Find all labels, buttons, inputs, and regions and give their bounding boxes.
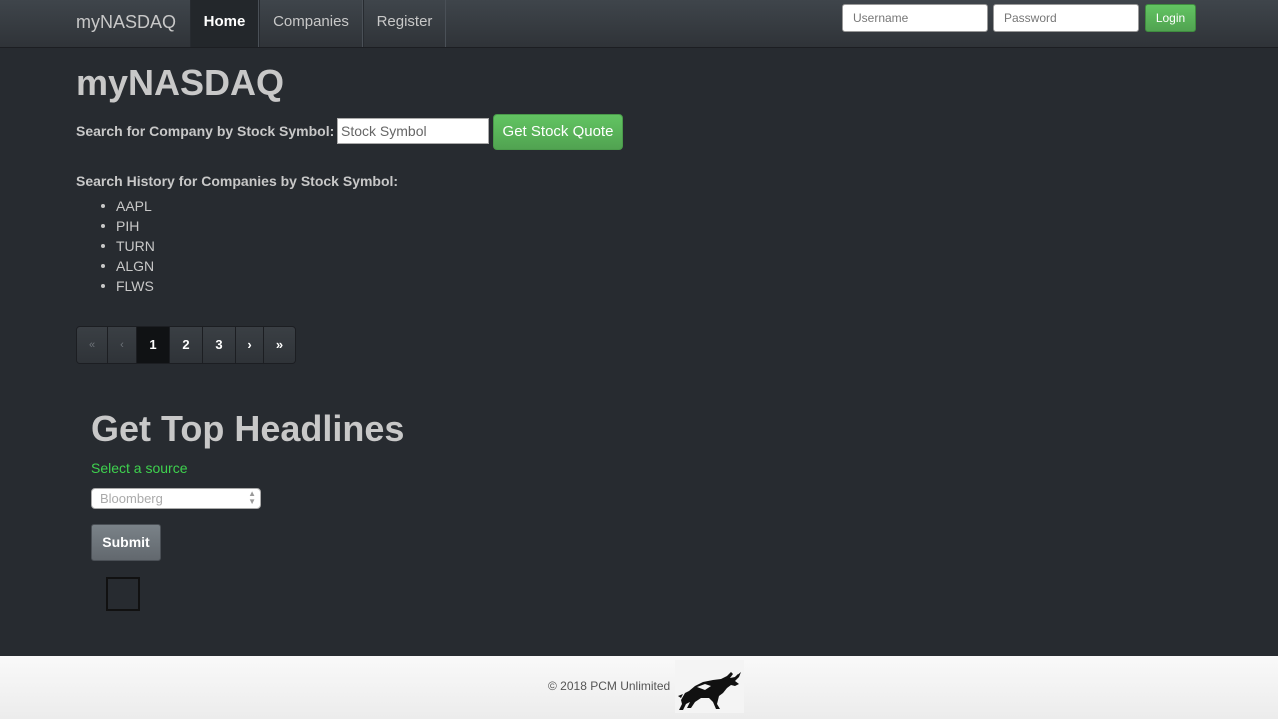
search-history-list: AAPL PIH TURN ALGN FLWS [100,196,155,296]
login-button[interactable]: Login [1145,4,1196,32]
get-stock-quote-button[interactable]: Get Stock Quote [493,114,623,150]
navbar-brand[interactable]: myNASDAQ [76,0,176,47]
tab-home[interactable]: Home [190,0,259,47]
pagination-last[interactable]: » [264,327,295,363]
history-item[interactable]: FLWS [100,276,155,296]
stock-symbol-input[interactable] [337,118,489,144]
search-history-label: Search History for Companies by Stock Sy… [76,173,399,189]
page-title: myNASDAQ [76,62,285,103]
copyright-text: © 2018 PCM Unlimited [548,679,671,693]
source-select[interactable]: Bloomberg ▲ ▼ [91,488,261,509]
empty-result-box [106,577,140,611]
pagination-page-3[interactable]: 3 [203,327,236,363]
source-select-value: Bloomberg [100,491,163,506]
pagination-first[interactable]: « [77,327,108,363]
history-item[interactable]: TURN [100,236,155,256]
pagination: « ‹ 1 2 3 › » [76,326,296,364]
pagination-next[interactable]: › [236,327,264,363]
submit-button[interactable]: Submit [91,524,161,561]
password-input[interactable] [993,4,1139,32]
pagination-prev[interactable]: ‹ [108,327,137,363]
pagination-page-1[interactable]: 1 [137,327,170,363]
tab-register[interactable]: Register [363,0,446,47]
tab-companies[interactable]: Companies [259,0,363,47]
source-label: Select a source [91,460,188,476]
pagination-page-2[interactable]: 2 [170,327,203,363]
history-item[interactable]: ALGN [100,256,155,276]
username-input[interactable] [842,4,988,32]
history-item[interactable]: PIH [100,216,155,236]
headlines-title: Get Top Headlines [91,408,405,449]
bull-logo-icon [675,660,744,713]
history-item[interactable]: AAPL [100,196,155,216]
select-arrows-icon: ▲ ▼ [248,489,256,506]
navbar: myNASDAQ Home Companies Register Login [0,0,1278,48]
search-label: Search for Company by Stock Symbol: [76,123,335,139]
